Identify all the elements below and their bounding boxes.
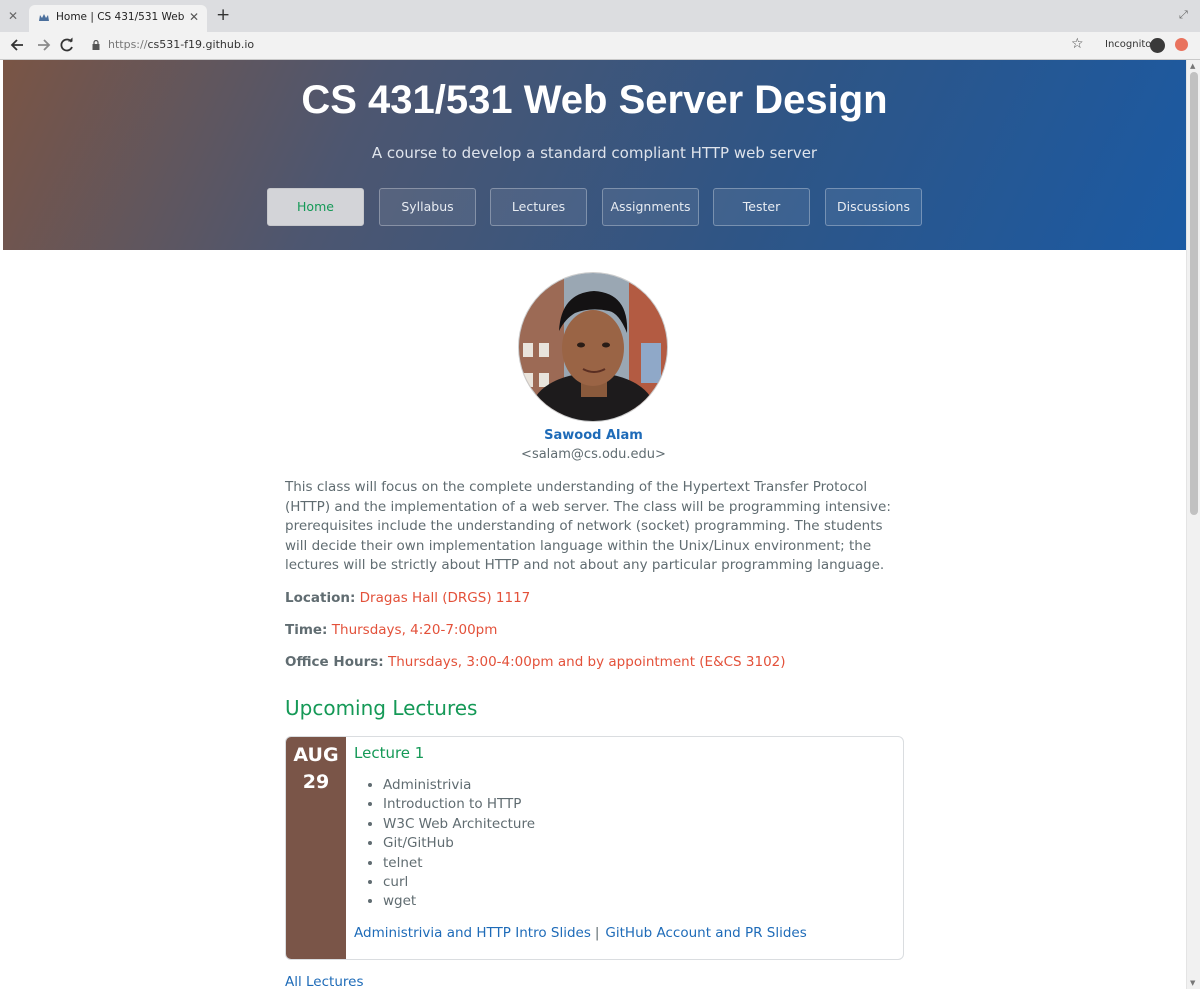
github-slides-link[interactable]: GitHub Account and PR Slides <box>605 925 806 941</box>
lecture-card: AUG 29 Lecture 1 Administrivia Introduct… <box>285 736 904 960</box>
topic-item: W3C Web Architecture <box>383 815 535 834</box>
lecture-slides-links: Administrivia and HTTP Intro Slides | GitH… <box>354 925 807 941</box>
time-value: Thursdays, 4:20-7:00pm <box>331 622 498 638</box>
topic-item: Git/GitHub <box>383 834 535 853</box>
topic-item: telnet <box>383 854 535 873</box>
office-hours-value: Thursdays, 3:00-4:00pm and by appointmen… <box>387 654 786 670</box>
site-title: CS 431/531 Web Server Design <box>301 78 888 122</box>
topic-item: curl <box>383 873 535 892</box>
lecture-topics: Administrivia Introduction to HTTP W3C W… <box>383 776 535 912</box>
scroll-down-icon[interactable]: ▼ <box>1190 979 1195 987</box>
nav-home[interactable]: Home <box>267 188 364 226</box>
page-viewport: CS 431/531 Web Server Design A course to… <box>0 60 1200 989</box>
main-nav: Home Syllabus Lectures Assignments Teste… <box>267 188 927 226</box>
instructor-email: <salam@cs.odu.edu> <box>521 447 666 462</box>
time-label: Time: <box>285 622 328 638</box>
location-value: Dragas Hall (DRGS) 1117 <box>359 590 531 606</box>
topic-item: wget <box>383 892 535 911</box>
bookmark-star-icon[interactable]: ☆ <box>1071 36 1084 52</box>
nav-lectures[interactable]: Lectures <box>490 188 587 226</box>
nav-syllabus[interactable]: Syllabus <box>379 188 476 226</box>
office-hours-row: Office Hours: Thursdays, 3:00-4:00pm and… <box>285 654 786 670</box>
lecture-month: AUG <box>293 744 339 766</box>
lecture-title[interactable]: Lecture 1 <box>354 744 424 762</box>
instructor-name[interactable]: Sawood Alam <box>285 428 902 443</box>
new-tab-icon[interactable]: + <box>216 6 230 24</box>
browser-tab-bar: ✕ Home | CS 431/531 Web Serve ✕ + ⤢ <box>0 0 1200 32</box>
forward-arrow-icon[interactable] <box>34 36 52 54</box>
all-lectures-link[interactable]: All Lectures <box>285 974 363 989</box>
tab-title: Home | CS 431/531 Web Serve <box>56 11 184 23</box>
lecture-day: 29 <box>302 771 330 793</box>
time-row: Time: Thursdays, 4:20-7:00pm <box>285 622 497 638</box>
page-scrollbar[interactable]: ▲ ▼ <box>1186 60 1200 989</box>
nav-discussions[interactable]: Discussions <box>825 188 922 226</box>
lock-icon <box>92 40 100 50</box>
topic-item: Administrivia <box>383 776 535 795</box>
reload-icon[interactable] <box>58 36 76 54</box>
tab-close-icon[interactable]: ✕ <box>189 10 199 24</box>
site-subtitle: A course to develop a standard compliant… <box>371 144 818 162</box>
location-row: Location: Dragas Hall (DRGS) 1117 <box>285 590 530 606</box>
browser-toolbar: https://cs531-f19.github.io ☆ Incognito <box>0 32 1200 60</box>
nav-tester[interactable]: Tester <box>713 188 810 226</box>
url-host: cs531-f19.github.io <box>147 38 255 51</box>
address-bar[interactable]: https://cs531-f19.github.io <box>108 38 254 51</box>
nav-assignments[interactable]: Assignments <box>602 188 699 226</box>
browser-tab-home[interactable]: Home | CS 431/531 Web Serve ✕ <box>29 5 207 32</box>
location-label: Location: <box>285 590 356 606</box>
upcoming-lectures-heading: Upcoming Lectures <box>285 696 478 720</box>
topic-item: Introduction to HTTP <box>383 795 535 814</box>
incognito-label: Incognito <box>1105 39 1152 50</box>
maximize-icon[interactable]: ⤢ <box>1179 8 1188 22</box>
url-protocol: https:// <box>108 38 148 51</box>
slides-separator: | <box>594 925 600 941</box>
scroll-thumb[interactable] <box>1190 72 1198 515</box>
instructor-avatar <box>518 272 668 422</box>
lecture-date-box: AUG 29 <box>286 737 346 959</box>
incognito-icon[interactable] <box>1150 38 1165 53</box>
scroll-up-icon[interactable]: ▲ <box>1190 62 1195 70</box>
window-close-icon[interactable]: ✕ <box>8 9 18 23</box>
avatar-photo <box>519 273 667 421</box>
intro-slides-link[interactable]: Administrivia and HTTP Intro Slides <box>354 925 591 941</box>
crown-favicon-icon <box>39 14 49 21</box>
course-intro: This class will focus on the complete un… <box>285 479 891 573</box>
back-arrow-icon[interactable] <box>9 36 27 54</box>
page-header: CS 431/531 Web Server Design A course to… <box>3 60 1186 250</box>
extension-icon[interactable] <box>1175 38 1188 51</box>
office-hours-label: Office Hours: <box>285 654 384 670</box>
